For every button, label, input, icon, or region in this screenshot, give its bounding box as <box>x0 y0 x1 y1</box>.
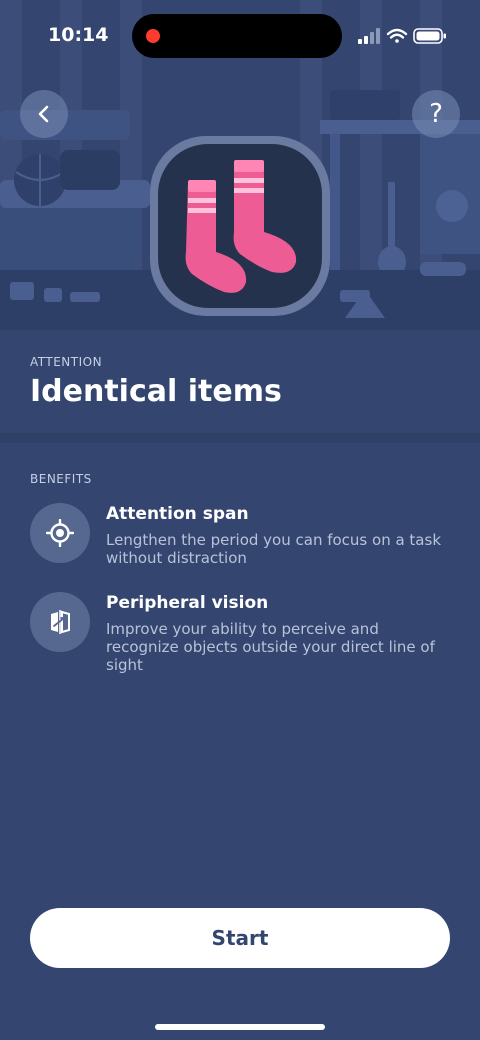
start-button[interactable]: Start <box>30 908 450 968</box>
wifi-icon <box>386 28 408 43</box>
benefit-description: Lengthen the period you can focus on a t… <box>106 531 442 567</box>
benefit-name: Attention span <box>106 504 249 524</box>
status-icons <box>358 28 446 44</box>
battery-icon <box>413 28 446 44</box>
benefit-name: Peripheral vision <box>106 593 269 613</box>
home-indicator[interactable] <box>155 1024 325 1030</box>
peripheral-vision-icon <box>51 610 70 634</box>
help-icon: ? <box>429 99 443 129</box>
target-icon <box>46 519 74 547</box>
dynamic-island <box>132 14 342 58</box>
benefit-description: Improve your ability to perceive and rec… <box>106 620 435 674</box>
hero-illustration: 10:14 ? <box>0 0 480 330</box>
socks-icon <box>150 136 330 316</box>
game-title: Identical items <box>30 374 282 409</box>
benefits-label: BENEFITS <box>30 472 92 486</box>
game-category: ATTENTION <box>30 355 103 369</box>
cellular-signal-icon <box>358 28 380 44</box>
benefit-icon-circle <box>30 503 90 563</box>
recording-indicator-icon <box>146 29 160 43</box>
chevron-left-icon <box>38 105 49 123</box>
section-divider <box>0 433 480 443</box>
help-button[interactable]: ? <box>412 90 460 138</box>
status-bar: 10:14 <box>0 0 480 72</box>
status-time: 10:14 <box>48 24 109 46</box>
back-button[interactable] <box>20 90 68 138</box>
benefit-icon-circle <box>30 592 90 652</box>
